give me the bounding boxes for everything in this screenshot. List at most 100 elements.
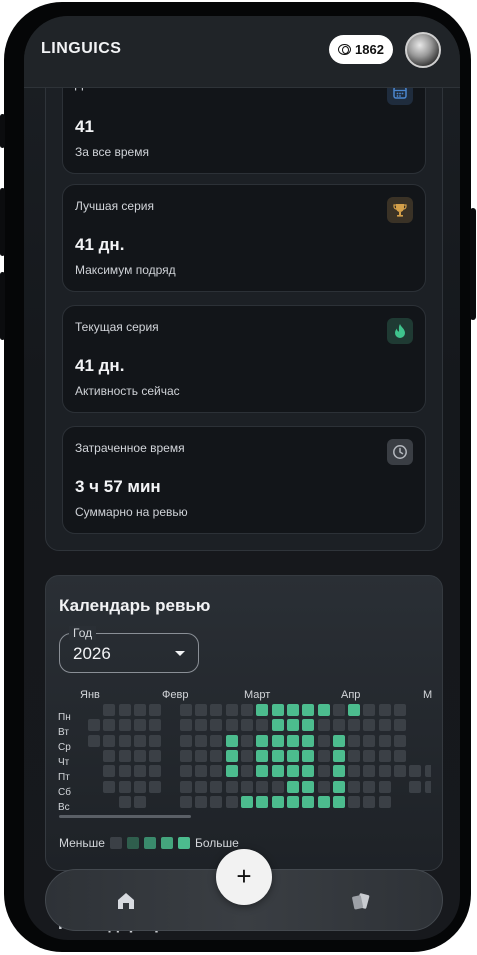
heatmap-cell [103, 780, 116, 793]
heatmap-cell [179, 795, 192, 808]
heatmap-cell [195, 795, 208, 808]
stat-card-current-streak: Текущая серия 41 дн. Активность сейчас [62, 305, 426, 413]
app-header: LINGUICS 1862 [24, 16, 460, 88]
heatmap-cell [317, 780, 330, 793]
heatmap-cell [256, 734, 269, 747]
heatmap-cell [195, 765, 208, 778]
stat-label: Затраченное время [75, 441, 185, 455]
year-select[interactable]: Год 2026 [59, 626, 199, 673]
heatmap-cell [271, 765, 284, 778]
stat-sub: Суммарно на ревью [75, 505, 188, 519]
heatmap-cell [394, 719, 406, 732]
heatmap-cell [179, 780, 192, 793]
heatmap-cell [286, 795, 299, 808]
stat-label: Лучшая серия [75, 199, 154, 213]
heatmap-cell [210, 719, 223, 732]
heatmap-cell [210, 704, 223, 716]
heatmap-cell [348, 795, 361, 808]
heatmap-cell [348, 765, 361, 778]
day-label: Пт [58, 772, 70, 783]
heatmap-cell [317, 734, 330, 747]
heatmap-cell [378, 704, 391, 716]
heatmap-cell [225, 749, 238, 762]
day-label: Сб [58, 787, 71, 798]
heatmap-cell [256, 749, 269, 762]
home-icon[interactable] [114, 889, 138, 913]
heatmap-cell [241, 719, 253, 732]
heatmap-cell [332, 749, 345, 762]
heatmap-cell [241, 704, 253, 716]
heatmap-cell [317, 765, 330, 778]
stat-value: 3 ч 57 мин [75, 477, 161, 496]
heatmap-cell [210, 765, 223, 778]
heatmap-cell [241, 780, 253, 793]
heatmap-scrollbar[interactable] [59, 815, 191, 818]
heatmap-cell [363, 719, 376, 732]
heatmap-cell [225, 734, 238, 747]
heatmap-cell [286, 765, 299, 778]
activity-heatmap[interactable] [79, 704, 431, 808]
heatmap-cell [363, 734, 376, 747]
heatmap-cell [241, 749, 253, 762]
heatmap-cell [149, 719, 162, 732]
heatmap-cell [378, 734, 391, 747]
stat-sub: Активность сейчас [75, 384, 180, 398]
coin-balance[interactable]: 1862 [329, 35, 393, 64]
stat-value: 41 дн. [75, 235, 125, 254]
heatmap-cell [118, 719, 131, 732]
heatmap-cell [302, 765, 315, 778]
heatmap-cell [424, 780, 431, 793]
heatmap-cell [103, 734, 116, 747]
legend-more-label: Больше [194, 836, 239, 850]
heatmap-cell [133, 749, 146, 762]
heatmap-cell [179, 704, 192, 716]
heatmap-cell [332, 719, 345, 732]
heatmap-cell [118, 734, 131, 747]
heatmap-cell [210, 749, 223, 762]
heatmap-cell [133, 780, 146, 793]
heatmap-cell [286, 734, 299, 747]
heatmap-cell [133, 765, 146, 778]
heatmap-cell [332, 765, 345, 778]
heatmap-cell [317, 719, 330, 732]
heatmap-cell [286, 719, 299, 732]
heatmap-cell [195, 704, 208, 716]
year-select-label: Год [69, 626, 97, 640]
heatmap-cell [103, 704, 116, 716]
heatmap-cell [241, 795, 253, 808]
day-label: Вс [58, 802, 70, 813]
stat-value: 41 дн. [75, 356, 125, 375]
cards-icon[interactable] [349, 889, 373, 913]
heatmap-cell [241, 765, 253, 778]
day-label: Вт [58, 727, 69, 738]
heatmap-cell [118, 704, 131, 716]
heatmap-cell [394, 734, 406, 747]
heatmap-cell [348, 704, 361, 716]
avatar[interactable] [405, 32, 441, 68]
heatmap-cell [195, 719, 208, 732]
heatmap-cell [179, 734, 192, 747]
heatmap-cell [88, 719, 100, 732]
heatmap-cell [317, 704, 330, 716]
heatmap-cell [195, 780, 208, 793]
heatmap-cell [363, 749, 376, 762]
heatmap-cell [363, 780, 376, 793]
side-button [470, 208, 476, 320]
side-button [0, 188, 5, 256]
heatmap-cell [195, 734, 208, 747]
heatmap-cell [271, 795, 284, 808]
app-screen: Дней активности 41 За все время Лучшая с… [24, 16, 460, 940]
heatmap-cell [256, 795, 269, 808]
heatmap-cell [286, 749, 299, 762]
heatmap-legend: Меньше Больше [59, 836, 239, 850]
legend-swatch [160, 837, 173, 849]
legend-swatch [177, 837, 190, 849]
heatmap-cell [302, 795, 315, 808]
day-label: Ср [58, 742, 71, 753]
heatmap-cell [195, 749, 208, 762]
heatmap-cell [378, 719, 391, 732]
legend-swatch [126, 837, 139, 849]
add-button[interactable]: + [216, 849, 272, 905]
heatmap-cell [348, 734, 361, 747]
side-button [0, 114, 5, 148]
